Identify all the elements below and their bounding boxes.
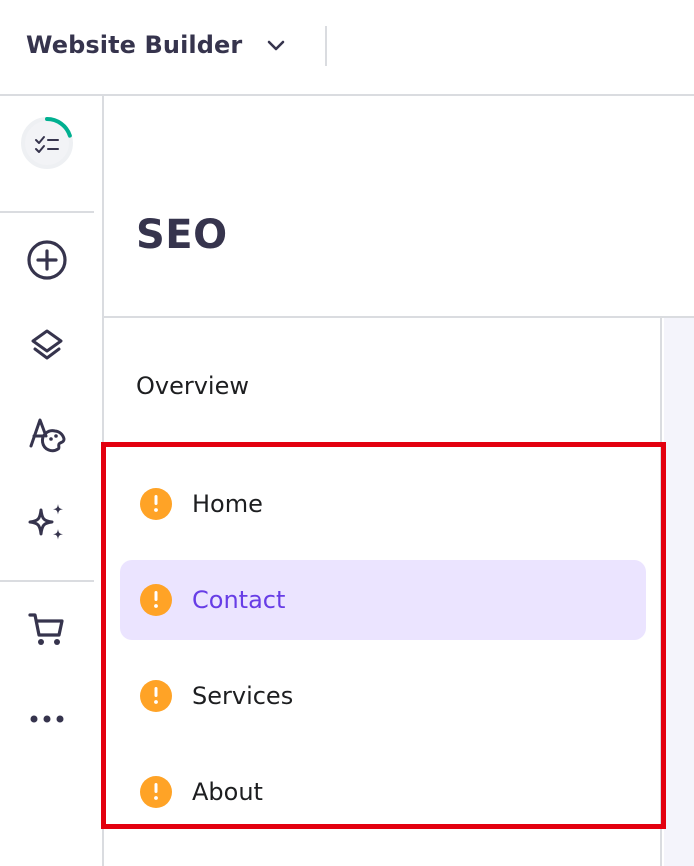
top-bar: Website Builder bbox=[0, 0, 694, 96]
more-button[interactable] bbox=[20, 692, 74, 746]
rail-divider bbox=[0, 580, 94, 582]
nav-item-label: Home bbox=[192, 490, 263, 518]
nav-item-about[interactable]: About bbox=[120, 752, 646, 832]
nav-item-services[interactable]: Services bbox=[120, 656, 646, 736]
sidebar-rail bbox=[0, 96, 104, 866]
panel-header: SEO bbox=[104, 96, 694, 318]
cart-icon bbox=[26, 608, 68, 654]
text-palette-icon bbox=[25, 412, 69, 460]
app-title: Website Builder bbox=[26, 31, 243, 59]
ai-tools-button[interactable] bbox=[20, 497, 74, 551]
store-button[interactable] bbox=[20, 604, 74, 658]
nav-item-label: Services bbox=[192, 682, 294, 710]
warning-icon bbox=[140, 488, 172, 520]
nav-item-contact[interactable]: Contact bbox=[120, 560, 646, 640]
warning-icon bbox=[140, 680, 172, 712]
warning-icon bbox=[140, 776, 172, 808]
nav-item-label: About bbox=[192, 778, 263, 806]
add-element-button[interactable] bbox=[20, 235, 74, 289]
nav-item-home[interactable]: Home bbox=[120, 464, 646, 544]
checklist-icon bbox=[19, 115, 75, 175]
styles-button[interactable] bbox=[20, 409, 74, 463]
app-switcher[interactable]: Website Builder bbox=[26, 26, 290, 64]
layers-icon bbox=[27, 326, 67, 370]
chevron-down-icon bbox=[262, 31, 290, 59]
nav-item-label: Contact bbox=[192, 586, 286, 614]
more-horizontal-icon bbox=[27, 710, 67, 729]
rail-divider bbox=[0, 211, 94, 213]
seo-navigation: Overview Home Contact Services About bbox=[104, 318, 662, 866]
nav-item-overview[interactable]: Overview bbox=[136, 372, 249, 400]
topbar-divider bbox=[325, 26, 327, 66]
canvas-edge bbox=[664, 318, 694, 866]
page-title: SEO bbox=[136, 212, 228, 258]
progress-checklist-button[interactable] bbox=[19, 115, 75, 175]
sparkles-icon bbox=[24, 499, 70, 549]
warning-icon bbox=[140, 584, 172, 616]
plus-circle-icon bbox=[25, 238, 69, 286]
layers-button[interactable] bbox=[20, 321, 74, 375]
